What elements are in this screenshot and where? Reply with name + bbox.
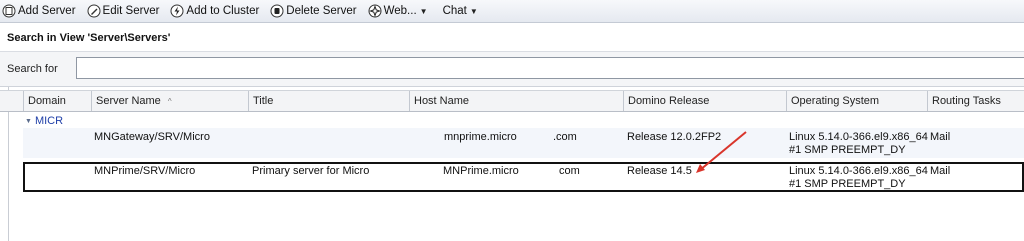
delete-server-label: Delete Server [286, 5, 357, 17]
host-domain-cell: com [559, 165, 580, 177]
chat-menu-label: Chat [442, 5, 467, 17]
add-to-cluster-button[interactable]: Add to Cluster [168, 1, 262, 21]
column-routing-tasks-label: Routing Tasks [932, 95, 1001, 107]
host-name-cell: MNPrime.micro [443, 165, 519, 177]
category-row-domain[interactable]: ▼ MICR [25, 114, 63, 128]
table-row[interactable]: MNGateway/SRV/Micro mnprime.micro .com R… [23, 128, 1024, 158]
edit-pencil-icon [87, 4, 101, 18]
search-panel-title: Search in View 'Server\Servers' [7, 32, 171, 44]
host-name-cell: mnprime.micro [444, 131, 517, 143]
os-line2-cell: #1 SMP PREEMPT_DY [789, 178, 906, 190]
column-host-name-label: Host Name [414, 95, 470, 107]
column-header-server-name[interactable]: Server Name ^ [91, 91, 248, 111]
search-label: Search for [7, 63, 58, 75]
add-server-label: Add Server [18, 5, 76, 17]
server-name-cell: MNPrime/SRV/Micro [94, 165, 196, 177]
expand-twisty-icon[interactable]: ▼ [25, 118, 32, 125]
os-line2-cell: #1 SMP PREEMPT_DY [789, 144, 906, 156]
sort-ascending-icon: ^ [167, 97, 172, 106]
server-name-cell: MNGateway/SRV/Micro [94, 131, 210, 143]
delete-server-icon [270, 4, 284, 18]
column-header-routing-tasks[interactable]: Routing Tasks [927, 91, 1024, 111]
edit-server-button[interactable]: Edit Server [85, 1, 163, 21]
table-row[interactable]: MNPrime/SRV/Micro Primary server for Mic… [23, 162, 1024, 192]
column-header-title[interactable]: Title [248, 91, 409, 111]
add-server-button[interactable]: Add Server [0, 1, 79, 21]
category-label: MICR [34, 115, 64, 127]
column-operating-system-label: Operating System [791, 95, 880, 107]
lightning-icon [170, 4, 184, 18]
routing-cell: Mail [930, 131, 951, 143]
chevron-down-icon: ▼ [419, 6, 428, 16]
annotation-arrow-icon [696, 131, 747, 173]
server-view-grid: Domain Server Name ^ Title Host Name Dom… [0, 87, 1024, 241]
add-to-cluster-label: Add to Cluster [186, 5, 260, 17]
chevron-down-icon: ▼ [469, 6, 478, 16]
web-menu-label: Web... [383, 5, 417, 17]
web-menu-button[interactable]: Web... ▼ [366, 1, 431, 21]
column-title-label: Title [253, 95, 274, 107]
release-cell: Release 14.5 [627, 165, 692, 177]
search-row: Search for [0, 52, 1024, 87]
action-toolbar: Add Server Edit Server Add to Cluster De… [0, 0, 1024, 23]
title-cell: Primary server for Micro [252, 165, 370, 177]
column-domain-label: Domain [28, 95, 66, 107]
column-header-domino-release[interactable]: Domino Release [623, 91, 786, 111]
column-header-domain[interactable]: Domain [23, 91, 91, 111]
host-domain-cell: .com [553, 131, 577, 143]
search-panel-header: Search in View 'Server\Servers' [0, 23, 1024, 52]
os-line1-cell: Linux 5.14.0-366.el9.x86_64 [789, 165, 928, 177]
column-domino-release-label: Domino Release [628, 95, 710, 107]
chat-menu-button[interactable]: Chat ▼ [441, 1, 481, 21]
delete-server-button[interactable]: Delete Server [268, 1, 359, 21]
column-server-name-label: Server Name [96, 95, 161, 107]
column-header-row: Domain Server Name ^ Title Host Name Dom… [0, 90, 1024, 112]
edit-server-label: Edit Server [102, 5, 160, 17]
routing-cell: Mail [930, 165, 951, 177]
column-header-operating-system[interactable]: Operating System [786, 91, 927, 111]
search-input[interactable] [76, 57, 1024, 79]
web-gear-icon [368, 4, 382, 18]
column-header-host-name[interactable]: Host Name [409, 91, 623, 111]
os-line1-cell: Linux 5.14.0-366.el9.x86_64 [789, 131, 928, 143]
add-server-icon [2, 4, 16, 18]
